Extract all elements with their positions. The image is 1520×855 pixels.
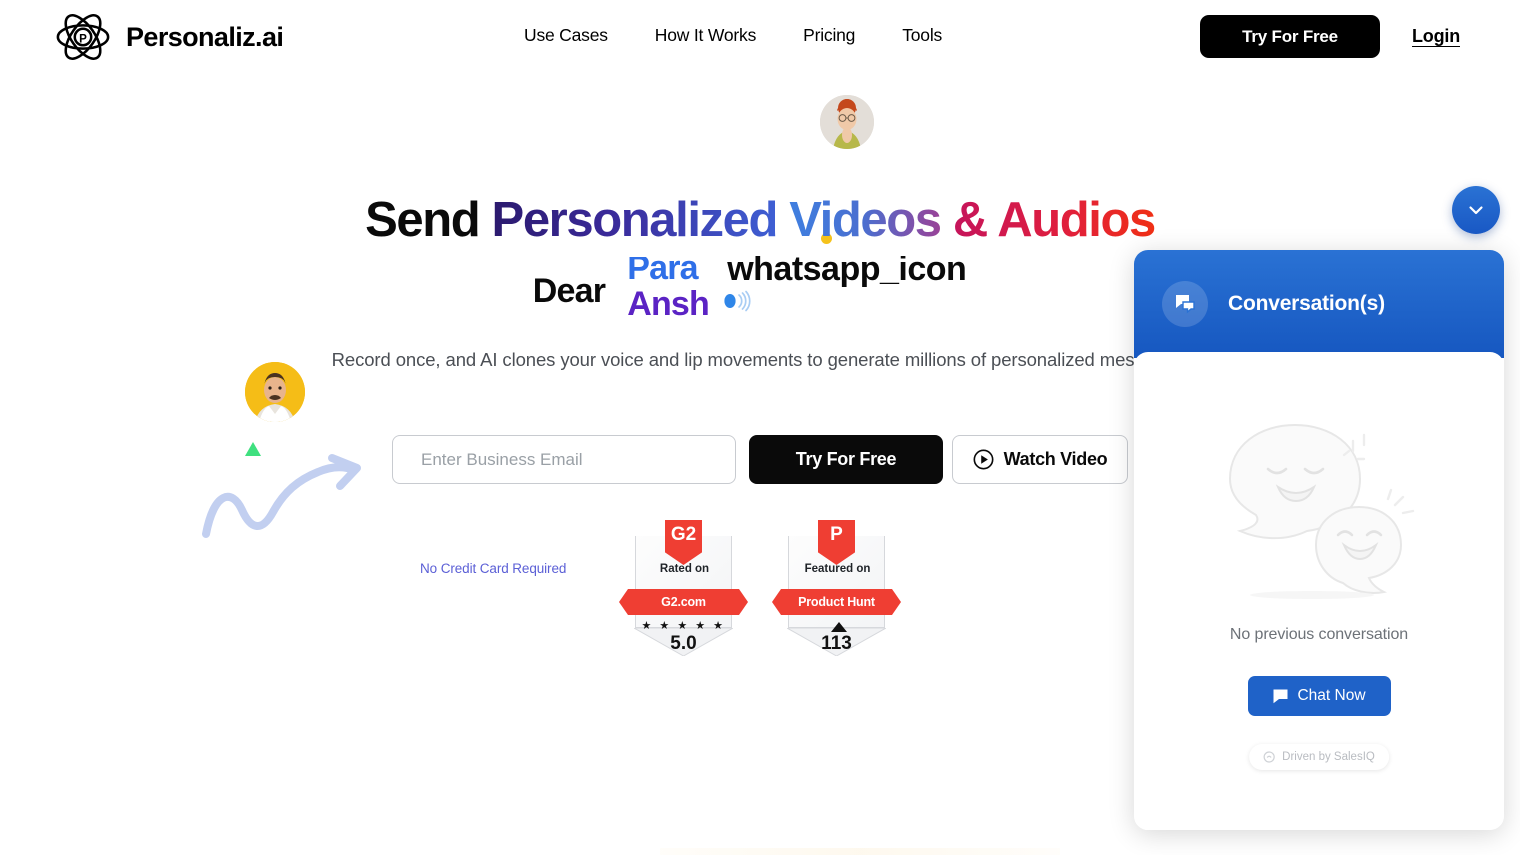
badge-product-hunt[interactable]: Featured on P Product Hunt 113 [788,520,885,656]
whatsapp-signal-icon [724,290,751,312]
chat-header: Conversation(s) [1134,250,1504,358]
main-nav: Use Cases How It Works Pricing Tools [524,25,942,46]
headline-word-1: Send [365,193,492,247]
nav-item-use-cases[interactable]: Use Cases [524,25,608,46]
badge-flag: Product Hunt [772,589,901,615]
atom-icon: P [56,14,110,60]
avatar-left [245,362,305,422]
play-circle-icon [973,449,994,470]
wavy-arrow-decor [202,454,361,538]
rotating-name-1: Para [627,257,698,287]
chat-body: No previous conversation Chat Now Driven… [1134,352,1504,830]
chat-bubbles-icon [1162,281,1208,327]
headline-word-2: Personalized [491,193,790,247]
powered-by-salesiq-badge[interactable]: Driven by SalesIQ [1249,744,1389,770]
business-email-input[interactable] [392,435,736,484]
salesiq-text: Driven by SalesIQ [1282,751,1375,763]
below-fold-edge [660,848,1060,855]
brand-name: Personaliz.ai [126,21,284,52]
header-try-for-free-button[interactable]: Try For Free [1200,15,1381,58]
salesiq-icon [1263,751,1275,763]
badge-flag: G2.com [619,589,748,615]
headline-word-3: Videos [789,193,953,247]
chat-header-title: Conversation(s) [1228,292,1385,315]
man-avatar-icon [245,362,305,422]
chat-now-button[interactable]: Chat Now [1247,676,1391,716]
brand-logo-link[interactable]: P Personaliz.ai [54,8,284,66]
badge-score: 5.0 [670,633,697,654]
channel-slot: whatsapp_icon [719,256,987,318]
site-header: P Personaliz.ai Use Cases How It Works P… [0,0,1520,74]
badge-g2[interactable]: Rated on G2 G2.com ★ ★ ★ ★ ★ 5.0 [635,520,732,656]
rotating-name-2: Ansh [627,285,710,319]
watch-video-button[interactable]: Watch Video [952,435,1128,484]
nav-item-how-it-works[interactable]: How It Works [655,25,757,46]
nav-item-pricing[interactable]: Pricing [803,25,855,46]
page-root: P Personaliz.ai Use Cases How It Works P… [0,0,1520,855]
chat-minimize-button[interactable] [1452,186,1500,234]
name-rotator: Para Ansh [627,257,711,319]
hero-try-for-free-button[interactable]: Try For Free [749,435,943,484]
badge-prefix: Rated on [659,563,710,575]
nav-item-tools[interactable]: Tools [902,25,942,46]
badge-flag-label: Product Hunt [798,595,875,609]
watch-video-label: Watch Video [1003,449,1108,469]
two-smiling-bubbles-icon [1228,423,1414,599]
svg-text:P: P [79,32,87,45]
empty-conversation-text: No previous conversation [1229,626,1409,643]
badge-flag-label: G2.com [661,595,706,609]
chat-icon [1273,689,1288,703]
page-title: Send Personalized Videos & Audios [0,192,1520,248]
chat-now-label: Chat Now [1297,687,1366,704]
channel-text: whatsapp_icon [727,256,967,288]
upvote-triangle-icon [831,622,847,632]
badge-stars: ★ ★ ★ ★ ★ [641,620,726,632]
greeting-text: Dear [532,272,606,310]
header-actions: Try For Free Login [1200,15,1460,58]
badge-prefix: Featured on [804,563,871,575]
chevron-down-icon [1469,206,1483,215]
headline-word-4: & Audios [952,193,1156,247]
chat-widget: Conversation(s) No previous conversation… [1134,250,1504,830]
woman-avatar-icon [820,95,874,149]
avatar-top [820,95,874,149]
login-link[interactable]: Login [1412,26,1460,47]
badge-score: 113 [821,633,852,654]
signup-form: Try For Free Watch Video [392,435,1128,484]
